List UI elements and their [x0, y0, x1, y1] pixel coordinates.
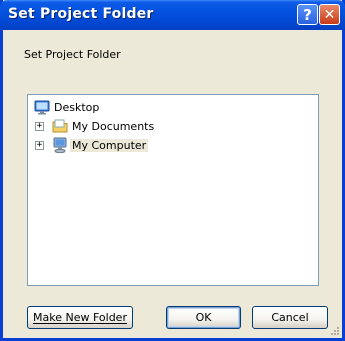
desktop-icon	[34, 100, 50, 115]
ok-label: OK	[195, 311, 212, 324]
computer-icon	[53, 137, 67, 153]
cancel-button[interactable]: Cancel	[252, 306, 328, 329]
folder-icon	[52, 119, 68, 133]
tree-item-label: Desktop	[54, 101, 100, 114]
make-new-folder-label: Make New Folder	[33, 311, 127, 324]
title-bar[interactable]: Set Project Folder ? ✕	[0, 0, 345, 30]
make-new-folder-button[interactable]: Make New Folder	[27, 306, 133, 329]
tree-item-my-documents[interactable]: + My Documents	[34, 118, 156, 135]
window-title: Set Project Folder	[8, 6, 154, 22]
help-button[interactable]: ?	[297, 4, 318, 25]
expand-icon[interactable]: +	[35, 141, 44, 150]
close-button[interactable]: ✕	[319, 4, 340, 25]
expand-icon[interactable]: +	[35, 122, 44, 131]
help-icon: ?	[303, 5, 312, 24]
tree-item-my-computer[interactable]: + My Computer	[34, 137, 149, 154]
folder-tree[interactable]: Desktop + My Documents + My Computer	[27, 94, 319, 286]
ok-button[interactable]: OK	[166, 306, 241, 329]
dialog-description: Set Project Folder	[24, 48, 121, 61]
tree-item-label: My Documents	[72, 120, 155, 133]
tree-item-label: My Computer	[70, 139, 149, 152]
dialog-window: Set Project Folder ? ✕ Set Project Folde…	[0, 0, 345, 341]
close-icon: ✕	[323, 6, 336, 23]
resize-grip-icon[interactable]	[329, 325, 340, 336]
cancel-label: Cancel	[271, 311, 309, 324]
tree-item-desktop[interactable]: Desktop	[34, 99, 101, 116]
